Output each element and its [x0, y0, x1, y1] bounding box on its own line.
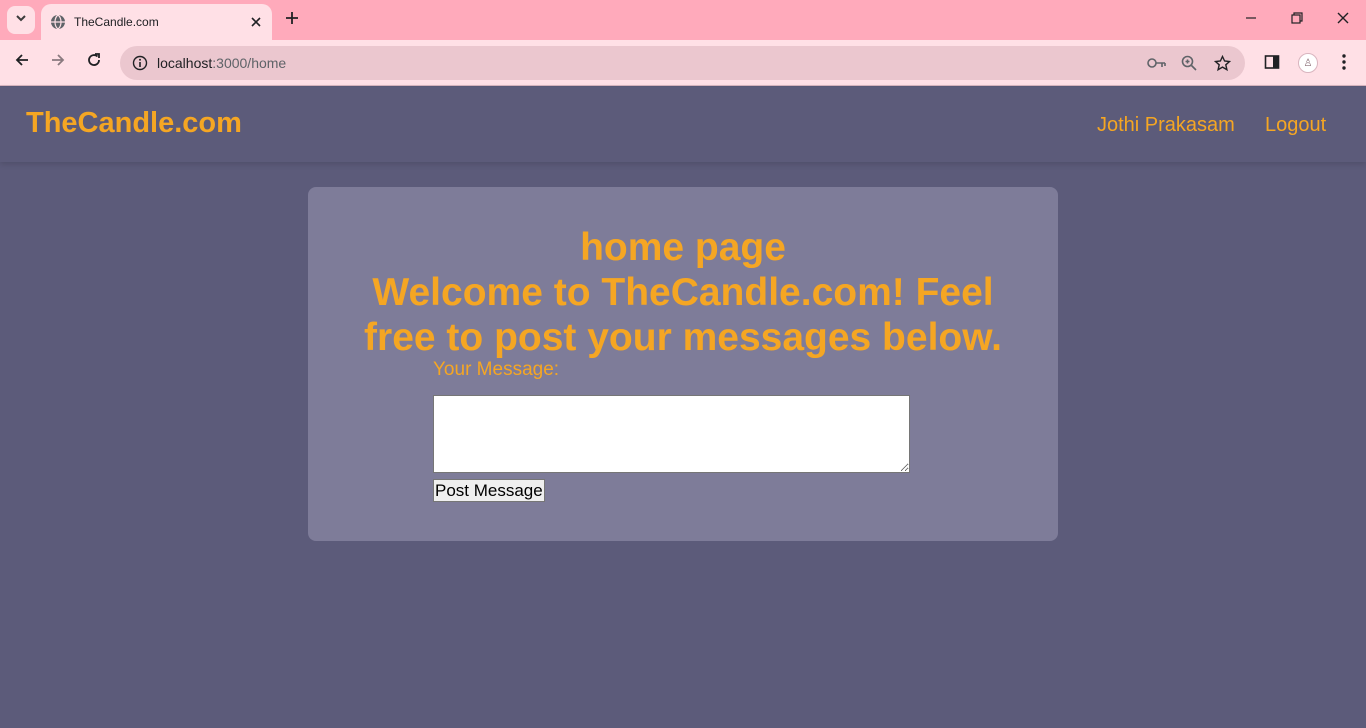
restore-icon	[1291, 11, 1303, 29]
new-tab-button[interactable]	[280, 8, 304, 32]
side-panel-icon[interactable]	[1258, 48, 1286, 76]
message-textarea[interactable]	[433, 395, 910, 473]
arrow-right-icon	[50, 52, 66, 73]
message-label: Your Message:	[433, 359, 560, 380]
back-button[interactable]	[7, 47, 37, 77]
home-card: home page Welcome to TheCandle.com! Feel…	[308, 187, 1058, 541]
password-key-icon[interactable]	[1145, 51, 1169, 75]
zoom-icon[interactable]	[1177, 51, 1201, 75]
chevron-down-icon	[15, 11, 27, 29]
minimize-icon	[1245, 11, 1257, 29]
welcome-heading-line-1: Welcome to TheCandle.com! Feel	[372, 271, 994, 314]
address-host: localhost	[157, 55, 213, 71]
welcome-heading-line-2: free to post your messages below.	[364, 316, 1002, 359]
restore-button[interactable]	[1282, 6, 1312, 34]
tab-title: TheCandle.com	[74, 15, 159, 29]
nav-logout-link[interactable]: Logout	[1265, 114, 1326, 137]
profile-avatar-icon[interactable]: ♙	[1298, 53, 1318, 73]
menu-kebab-icon[interactable]	[1330, 48, 1358, 76]
page-title: home page	[580, 226, 786, 269]
site-header: TheCandle.com Jothi Prakasam Logout	[0, 87, 1366, 162]
brand-logo-link[interactable]: TheCandle.com	[26, 107, 242, 140]
reload-button[interactable]	[79, 47, 109, 77]
tab-search-button[interactable]	[7, 6, 35, 34]
globe-icon	[50, 14, 66, 30]
nav-user-link[interactable]: Jothi Prakasam	[1097, 114, 1235, 137]
forward-button[interactable]	[43, 47, 73, 77]
browser-toolbar: localhost:3000/home	[0, 40, 1366, 86]
browser-tab[interactable]: TheCandle.com	[41, 4, 272, 40]
close-icon	[1337, 11, 1349, 29]
minimize-button[interactable]	[1236, 6, 1266, 34]
address-bar[interactable]: localhost:3000/home	[120, 46, 1245, 80]
reload-icon	[86, 52, 102, 73]
plus-icon	[285, 11, 299, 30]
close-window-button[interactable]	[1328, 6, 1358, 34]
bookmark-star-icon[interactable]	[1210, 51, 1234, 75]
site-info-icon[interactable]	[128, 51, 152, 75]
post-message-button[interactable]: Post Message	[433, 479, 545, 502]
tab-close-icon[interactable]	[246, 12, 266, 32]
address-path: :3000/home	[212, 55, 287, 71]
browser-tabstrip: TheCandle.com	[0, 0, 1366, 40]
address-url: localhost:3000/home	[157, 55, 286, 71]
arrow-left-icon	[14, 52, 30, 73]
